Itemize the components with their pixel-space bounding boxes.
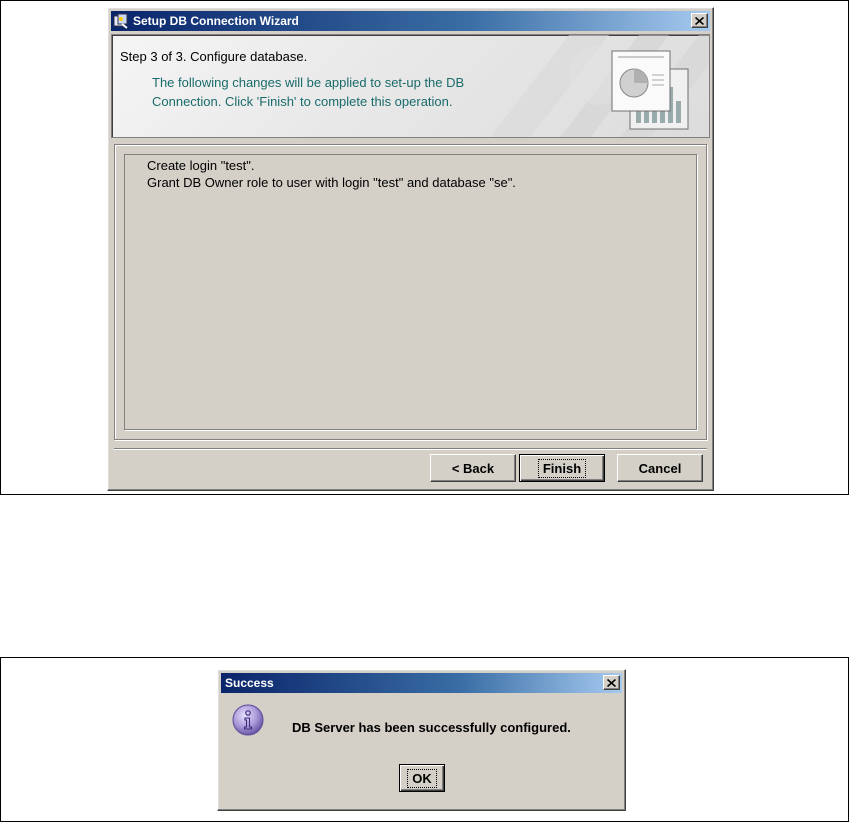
close-icon: [695, 16, 704, 25]
changes-list: Create login "test". Grant DB Owner role…: [124, 154, 697, 430]
chart-document-icon: [611, 50, 689, 130]
finish-button-label: Finish: [537, 458, 587, 478]
wizard-title-bar[interactable]: Setup DB Connection Wizard: [111, 11, 710, 31]
wizard-app-icon: [113, 13, 129, 29]
success-message: DB Server has been successfully configur…: [292, 720, 571, 735]
step-title: Step 3 of 3. Configure database.: [120, 49, 308, 64]
ok-button[interactable]: OK: [399, 764, 445, 792]
back-button[interactable]: < Back: [430, 454, 516, 482]
finish-button[interactable]: Finish: [519, 454, 605, 482]
success-title-bar[interactable]: Success: [221, 673, 622, 693]
success-close-button[interactable]: [603, 675, 620, 690]
info-icon: [232, 704, 264, 736]
screenshot-frame-bottom: Success DB Server has been successfully …: [0, 657, 849, 822]
ok-button-label: OK: [407, 768, 437, 788]
wizard-title: Setup DB Connection Wizard: [133, 14, 299, 28]
success-title: Success: [225, 676, 274, 690]
success-dialog: Success DB Server has been successfully …: [217, 669, 626, 811]
screenshot-frame-top: Setup DB Connection Wizard Step 3 of 3. …: [0, 0, 849, 495]
button-separator: [114, 448, 707, 450]
change-item-1: Create login "test".: [147, 158, 255, 173]
wizard-window: Setup DB Connection Wizard Step 3 of 3. …: [107, 7, 714, 491]
wizard-header-panel: Step 3 of 3. Configure database. The fol…: [111, 34, 710, 138]
change-item-2: Grant DB Owner role to user with login "…: [147, 175, 516, 190]
changes-panel: Create login "test". Grant DB Owner role…: [114, 144, 707, 440]
wizard-close-button[interactable]: [691, 13, 708, 28]
cancel-button[interactable]: Cancel: [617, 454, 703, 482]
close-icon: [607, 678, 616, 687]
step-description: The following changes will be applied to…: [152, 75, 465, 109]
